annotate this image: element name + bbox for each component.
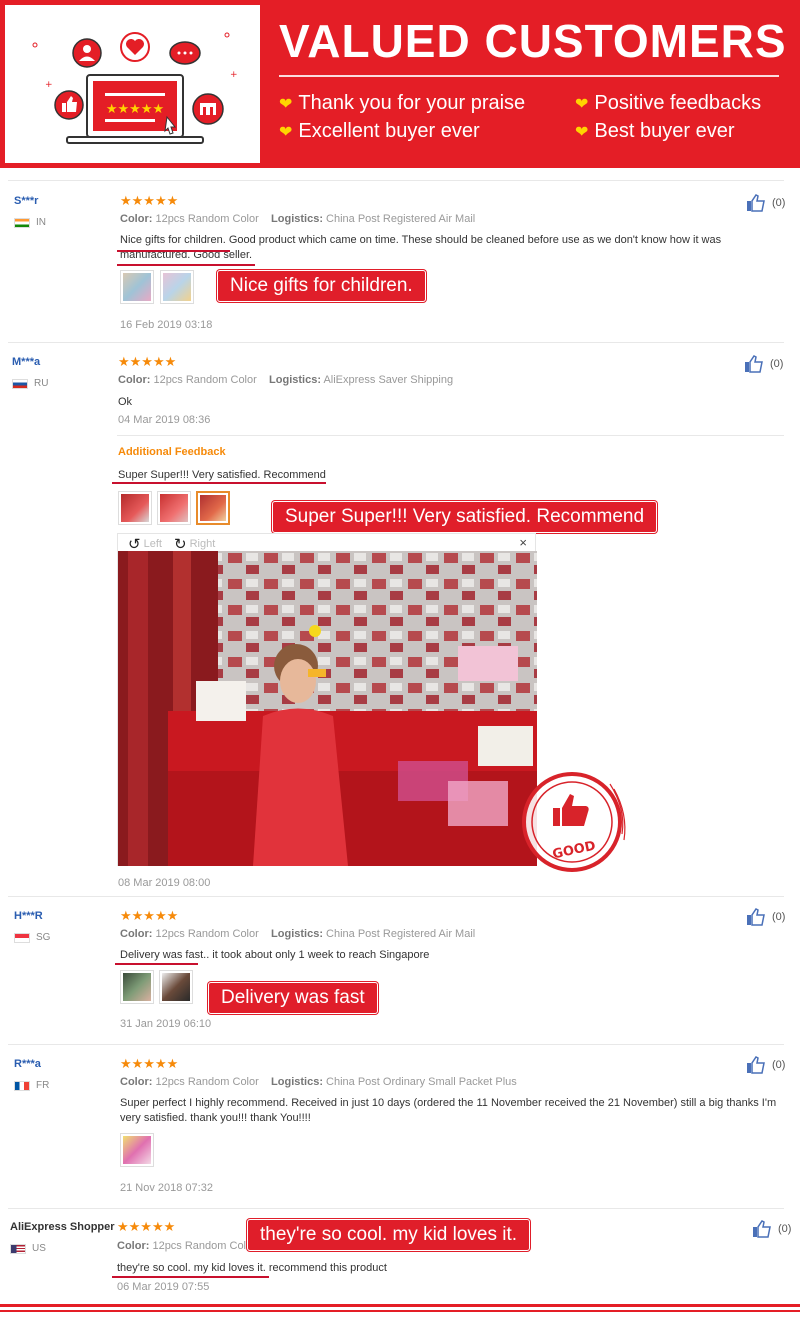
photo-viewer: ↺ Left ↻ Right ×	[117, 533, 537, 866]
reviewer-name[interactable]: H***R	[14, 910, 43, 922]
star-rating: ★★★★★	[120, 193, 179, 208]
review-date: 04 Mar 2019 08:36	[118, 414, 211, 426]
review-photo-thumbnail[interactable]	[160, 270, 194, 304]
praise-item: ❤ Thank you for your praise	[279, 92, 526, 114]
additional-feedback-heading: Additional Feedback	[118, 446, 226, 458]
svg-text:+: +	[230, 70, 238, 80]
review-photo-large	[118, 551, 537, 866]
singapore-flag-icon	[14, 932, 30, 943]
helpful-button[interactable]: (0)	[746, 194, 785, 212]
heart-icon: ❤	[575, 123, 589, 141]
review-photo-thumbnail[interactable]	[120, 1133, 154, 1167]
reviewer-country: FR	[14, 1080, 49, 1091]
star-rating: ★★★★★	[117, 1219, 176, 1234]
reviewer-country: RU	[12, 378, 48, 389]
reviewer-name[interactable]: R***a	[14, 1058, 41, 1070]
order-info: Color: 12pcs Random Color	[117, 1240, 256, 1252]
reviewer-country: SG	[14, 932, 50, 943]
highlight-underline	[117, 250, 230, 252]
praise-item: ❤ Excellent buyer ever	[279, 120, 480, 142]
france-flag-icon	[14, 1080, 30, 1091]
review-photo-thumbnail[interactable]	[120, 970, 154, 1004]
star-rating: ★★★★★	[118, 354, 177, 369]
thumbs-up-icon	[747, 908, 765, 926]
review-divider	[8, 342, 784, 343]
reviewer-name[interactable]: AliExpress Shopper	[10, 1221, 115, 1233]
valued-customers-banner: ★★★★★ + + VALUED CUSTOMERS ❤ Thank you f…	[0, 0, 800, 168]
review-date: 06 Mar 2019 07:55	[117, 1281, 210, 1293]
additional-feedback-date: 08 Mar 2019 08:00	[118, 877, 211, 889]
review-text: Ok	[118, 396, 133, 408]
thumbs-up-icon	[747, 194, 765, 212]
thumbs-up-icon	[753, 1220, 771, 1238]
review-photo-thumbnail[interactable]	[159, 970, 193, 1004]
banner-title: VALUED CUSTOMERS	[279, 15, 787, 67]
good-stamp-badge: GOOD	[514, 764, 634, 876]
reviewer-name[interactable]: S***r	[14, 195, 38, 207]
additional-feedback-text: Super Super!!! Very satisfied. Recommend	[118, 469, 326, 481]
review-divider	[8, 896, 784, 897]
thumbs-up-icon	[747, 1056, 765, 1074]
india-flag-icon	[14, 217, 30, 228]
close-viewer-button[interactable]: ×	[519, 535, 527, 550]
helpful-button[interactable]: (0)	[746, 1056, 785, 1074]
reviewer-country: US	[10, 1243, 46, 1254]
svg-text:+: +	[45, 80, 53, 90]
review-text: Super perfect I highly recommend. Receiv…	[120, 1097, 777, 1124]
order-info: Color: 12pcs Random Color Logistics: Chi…	[120, 213, 476, 225]
review-divider	[8, 1044, 784, 1045]
review-text: Nice gifts for children. Good product wh…	[120, 234, 722, 261]
reviewer-country: IN	[14, 217, 46, 228]
helpful-button[interactable]: (0)	[744, 355, 783, 373]
helpful-button[interactable]: (0)	[746, 908, 785, 926]
review-divider	[8, 1208, 784, 1209]
additional-divider	[117, 435, 784, 436]
review-photo-thumbnail[interactable]	[118, 491, 152, 525]
feedback-illustration: ★★★★★ + +	[5, 5, 260, 163]
banner-divider	[279, 75, 779, 77]
order-info: Color: 12pcs Random Color Logistics: Chi…	[120, 1076, 517, 1088]
review-date: 21 Nov 2018 07:32	[120, 1182, 213, 1194]
praise-item: ❤ Best buyer ever	[575, 120, 735, 142]
thumbs-up-icon	[745, 355, 763, 373]
heart-icon: ❤	[279, 123, 293, 141]
highlight-underline	[112, 482, 326, 484]
review-photo-thumbnail[interactable]	[120, 270, 154, 304]
review-text: Delivery was fast.. it took about only 1…	[120, 949, 430, 961]
review-date: 16 Feb 2019 03:18	[120, 319, 213, 331]
review-divider	[8, 180, 784, 181]
review-date: 31 Jan 2019 06:10	[120, 1018, 212, 1030]
russia-flag-icon	[12, 378, 28, 389]
highlight-callout: Delivery was fast	[208, 982, 378, 1014]
review-text: they're so cool. my kid loves it. recomm…	[117, 1262, 387, 1274]
star-rating: ★★★★★	[120, 908, 179, 923]
highlight-callout: they're so cool. my kid loves it.	[247, 1219, 531, 1251]
praise-item: ❤ Positive feedbacks	[575, 92, 762, 114]
highlight-underline	[115, 963, 198, 965]
star-rating: ★★★★★	[120, 1056, 179, 1071]
review-photo-thumbnail[interactable]	[157, 491, 191, 525]
reviewer-name[interactable]: M***a	[12, 356, 40, 368]
heart-icon: ❤	[575, 95, 589, 113]
helpful-button[interactable]: (0)	[752, 1220, 791, 1238]
highlight-callout: Nice gifts for children.	[217, 270, 426, 302]
footer-divider	[0, 1304, 800, 1307]
usa-flag-icon	[10, 1243, 26, 1254]
heart-icon: ❤	[279, 95, 293, 113]
svg-text:★★★★★: ★★★★★	[106, 102, 164, 117]
photo-viewer-toolbar: ↺ Left ↻ Right ×	[118, 534, 535, 553]
footer-divider	[0, 1310, 800, 1312]
order-info: Color: 12pcs Random Color Logistics: Chi…	[120, 928, 476, 940]
highlight-underline	[112, 1276, 269, 1278]
highlight-underline	[117, 264, 255, 266]
highlight-callout: Super Super!!! Very satisfied. Recommend	[272, 501, 658, 533]
order-info: Color: 12pcs Random Color Logistics: Ali…	[118, 374, 454, 386]
review-photo-thumbnail-selected[interactable]	[196, 491, 230, 525]
